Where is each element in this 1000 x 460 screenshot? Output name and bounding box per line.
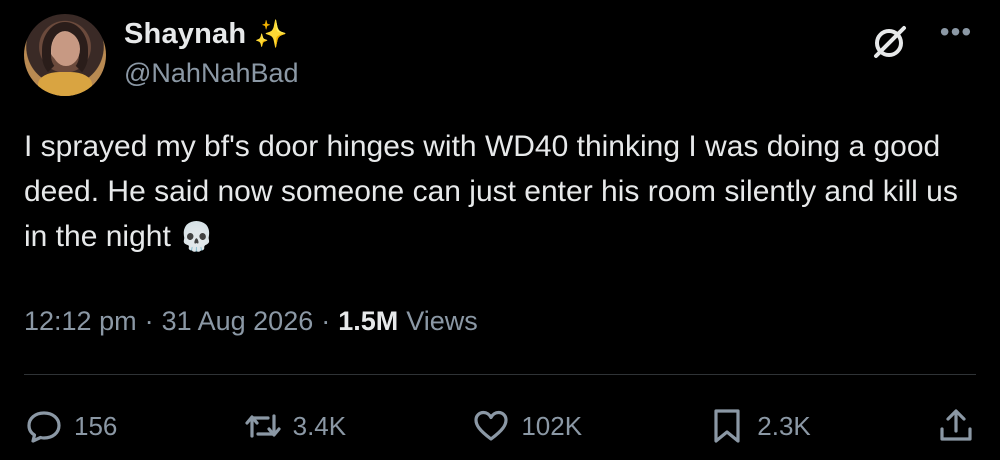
tweet-meta: 12:12 pm · 31 Aug 2026 · 1.5M Views [24,306,478,337]
author-info: Shaynah ✨ @NahNahBad [124,14,299,89]
display-name[interactable]: Shaynah [124,18,246,51]
tweet-date[interactable]: 31 Aug 2026 [162,306,314,337]
more-icon[interactable]: ••• [936,18,976,54]
repost-button[interactable]: 3.4K [243,406,347,446]
share-icon [940,409,972,441]
repost-count: 3.4K [292,410,347,441]
user-handle[interactable]: @NahNahBad [124,58,299,89]
share-button[interactable] [936,406,976,446]
views-count[interactable]: 1.5M [338,306,398,337]
grok-icon[interactable] [870,22,910,62]
bookmark-icon [714,409,740,443]
avatar[interactable] [24,14,106,96]
skull-emoji: 💀 [179,220,214,253]
reply-icon [27,411,61,443]
tweet-body: I sprayed my bf's door hinges with WD40 … [24,130,958,253]
like-count: 102K [521,410,583,441]
bookmark-count: 2.3K [757,410,811,441]
action-bar: 156 3.4K 102K 2.3K [24,400,976,452]
reply-count: 156 [74,410,118,441]
like-button[interactable]: 102K [471,406,582,446]
repost-icon [245,414,281,438]
divider [24,374,976,375]
tweet-text: I sprayed my bf's door hinges with WD40 … [24,124,974,259]
sparkle-emoji: ✨ [254,19,288,49]
separator: · [321,306,331,336]
tweet-header: Shaynah ✨ @NahNahBad ••• [24,14,976,100]
separator: · [144,306,154,336]
bookmark-button[interactable]: 2.3K [707,406,811,446]
tweet-time[interactable]: 12:12 pm [24,306,137,337]
views-label: Views [406,306,478,336]
like-icon [474,410,508,441]
reply-button[interactable]: 156 [24,406,117,446]
